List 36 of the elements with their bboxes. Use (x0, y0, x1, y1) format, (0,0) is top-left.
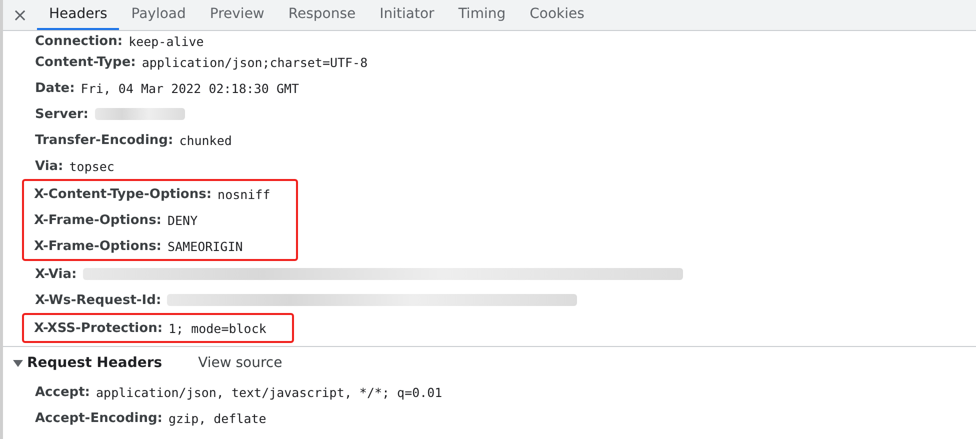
header-name: Transfer-Encoding: (35, 132, 174, 148)
header-value: SAMEORIGIN (168, 238, 243, 254)
header-value: application/json;charset=UTF-8 (142, 54, 368, 70)
view-source-link[interactable]: View source (198, 355, 282, 371)
header-value: gzip, deflate (168, 410, 266, 426)
close-icon[interactable]: × (3, 0, 37, 30)
header-name: Server: (35, 106, 88, 122)
header-name: X-Content-Type-Options: (34, 186, 212, 202)
header-name: Connection: (35, 34, 123, 49)
header-name: X-Via: (35, 266, 77, 282)
header-value: 1; mode=block (168, 320, 266, 336)
header-name: X-Frame-Options: (34, 212, 162, 228)
header-name: Accept-Encoding: (35, 410, 162, 426)
header-name: X-XSS-Protection: (34, 320, 163, 336)
header-name: Accept: (35, 384, 90, 400)
header-name: X-Frame-Options: (34, 238, 162, 254)
tab[interactable]: Preview (198, 0, 276, 30)
header-name: X-Ws-Request-Id: (35, 292, 162, 308)
header-value: chunked (179, 132, 232, 148)
tab[interactable]: Cookies (518, 0, 596, 30)
tab[interactable]: Initiator (368, 0, 446, 30)
header-name: Date: (35, 80, 75, 96)
expand-triangle-icon[interactable] (13, 360, 23, 366)
section-title[interactable]: Request Headers (27, 355, 162, 371)
header-name: Content-Type: (35, 54, 136, 70)
tab[interactable]: Headers (37, 0, 120, 30)
header-value: keep-alive (128, 34, 204, 49)
tab[interactable]: Timing (446, 0, 518, 30)
header-value: DENY (168, 212, 198, 228)
tab[interactable]: Response (276, 0, 368, 30)
header-value: topsec (69, 158, 114, 174)
header-value: nosniff (218, 186, 270, 202)
header-value: application/json, text/javascript, */*; q=0.01 (96, 384, 442, 400)
tab[interactable]: Payload (119, 0, 198, 30)
header-value: Fri, 04 Mar 2022 02:18:30 GMT (80, 80, 300, 96)
header-name: Via: (35, 158, 64, 174)
